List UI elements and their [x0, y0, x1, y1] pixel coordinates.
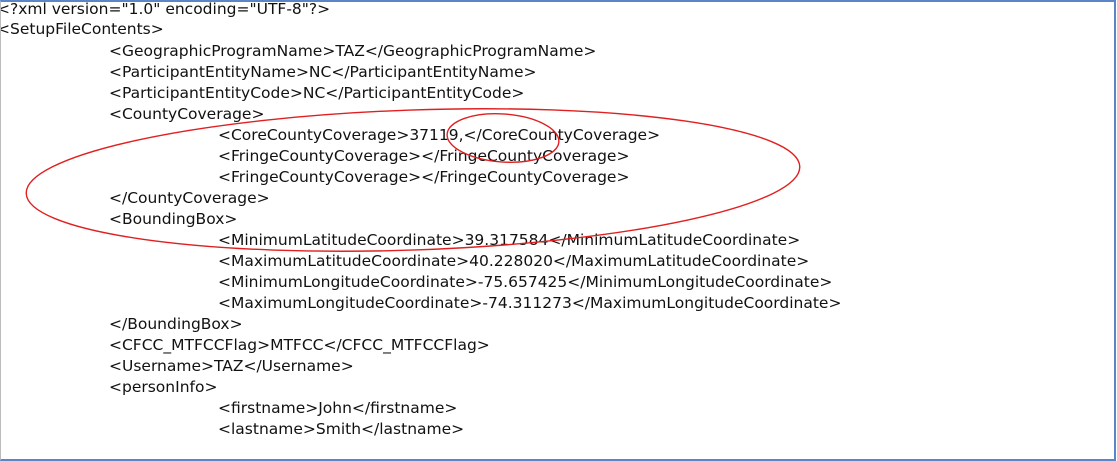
code-line-county-coverage-close: </CountyCoverage> [109, 189, 270, 207]
code-line-setup-file-contents-open: <SetupFileContents> [0, 20, 164, 38]
code-line-person-info-open: <personInfo> [109, 378, 218, 396]
code-line-fringe-county-coverage-2: <FringeCountyCoverage></FringeCountyCove… [218, 168, 630, 186]
code-line-bounding-box-open: <BoundingBox> [109, 210, 238, 228]
code-line-bounding-box-close: </BoundingBox> [109, 315, 243, 333]
code-line-maximum-longitude: <MaximumLongitudeCoordinate>-74.311273</… [218, 294, 842, 312]
code-line-firstname: <firstname>John</firstname> [218, 399, 458, 417]
code-line-xml-declaration: <?xml version="1.0" encoding="UTF-8"?> [0, 0, 331, 18]
code-line-fringe-county-coverage-1: <FringeCountyCoverage></FringeCountyCove… [218, 147, 630, 165]
code-line-minimum-longitude: <MinimumLongitudeCoordinate>-75.657425</… [218, 273, 833, 291]
code-line-username: <Username>TAZ</Username> [109, 357, 354, 375]
code-line-core-county-coverage: <CoreCountyCoverage>37119,</CoreCountyCo… [218, 126, 661, 144]
code-line-minimum-latitude: <MinimumLatitudeCoordinate>39.317584</Mi… [218, 231, 801, 249]
xml-editor-window: <?xml version="1.0" encoding="UTF-8"?> <… [0, 0, 1116, 461]
code-line-county-coverage-open: <CountyCoverage> [109, 105, 265, 123]
code-line-geographic-program-name: <GeographicProgramName>TAZ</GeographicPr… [109, 42, 597, 60]
code-line-participant-entity-code: <ParticipantEntityCode>NC</ParticipantEn… [109, 84, 525, 102]
code-line-lastname: <lastname>Smith</lastname> [218, 420, 465, 438]
code-line-participant-entity-name: <ParticipantEntityName>NC</ParticipantEn… [109, 63, 537, 81]
code-line-cfcc-mtfcc-flag: <CFCC_MTFCCFlag>MTFCC</CFCC_MTFCCFlag> [109, 336, 490, 354]
code-line-maximum-latitude: <MaximumLatitudeCoordinate>40.228020</Ma… [218, 252, 810, 270]
